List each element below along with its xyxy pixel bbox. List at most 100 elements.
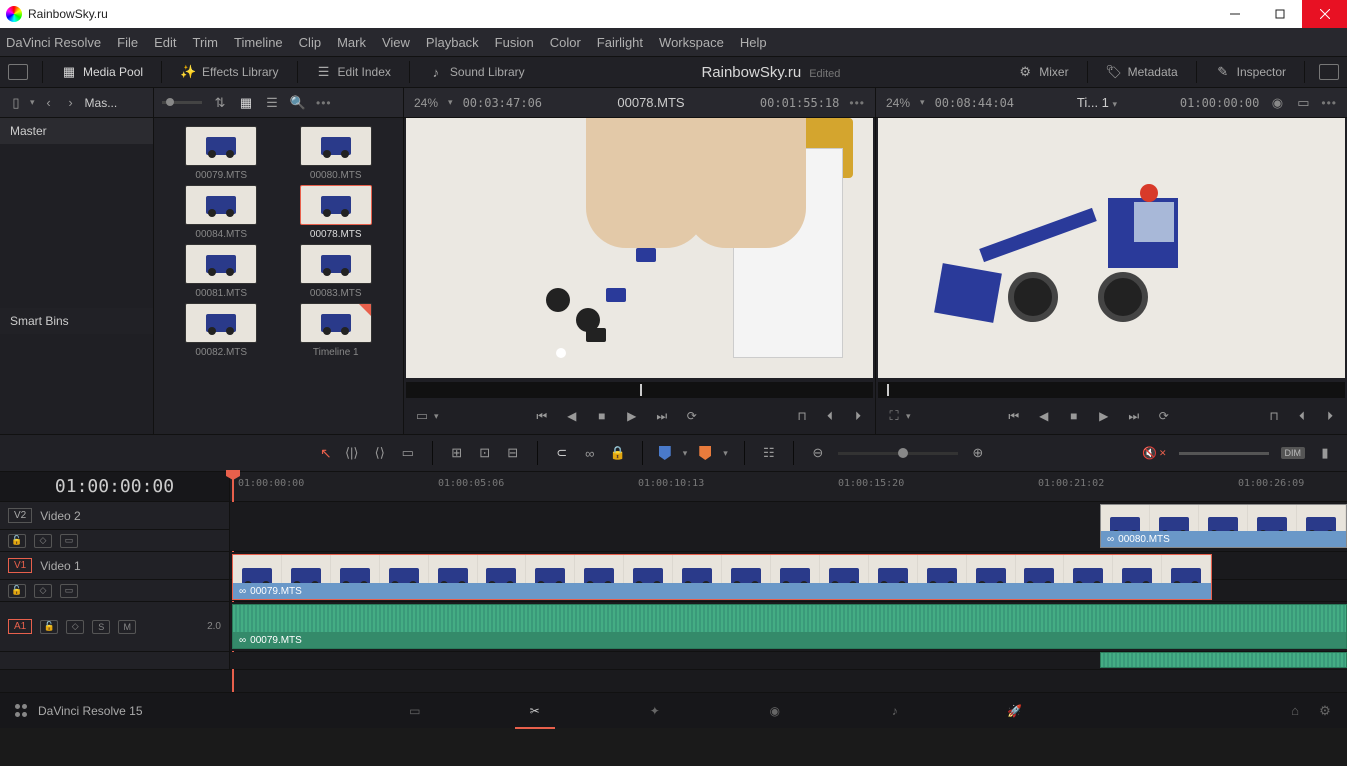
last-frame-button[interactable]: ⏭ xyxy=(655,409,669,423)
fusion-page-tab[interactable]: ✦ xyxy=(625,693,685,729)
maximize-button[interactable] xyxy=(1257,0,1302,28)
more-icon[interactable]: ••• xyxy=(316,96,332,110)
play-reverse-button[interactable]: ◀ xyxy=(565,409,579,423)
minimize-button[interactable] xyxy=(1212,0,1257,28)
source-zoom[interactable]: 24% xyxy=(414,96,438,110)
clip-a1[interactable]: ∞00079.MTS xyxy=(232,604,1347,649)
lock-icon[interactable]: 🔓 xyxy=(8,534,26,548)
solo-button[interactable]: S xyxy=(92,620,110,634)
menu-edit[interactable]: Edit xyxy=(154,35,176,50)
clip-thumbnail[interactable]: 00078.MTS xyxy=(279,185,394,240)
menu-mark[interactable]: Mark xyxy=(337,35,366,50)
rec-prev-edit-button[interactable]: ⏴ xyxy=(1295,409,1309,423)
record-more-icon[interactable]: ••• xyxy=(1321,96,1337,110)
home-icon[interactable]: ⌂ xyxy=(1287,703,1303,719)
crop-icon[interactable]: ⛶ xyxy=(886,408,902,424)
link-icon[interactable]: ∞ xyxy=(582,445,598,461)
clip-thumbnail[interactable]: Timeline 1 xyxy=(279,303,394,358)
record-image[interactable]: ▶| |◀ xyxy=(878,118,1345,378)
clip-thumbnail[interactable]: 00079.MTS xyxy=(164,126,279,181)
replace-clip-icon[interactable]: ⊟ xyxy=(505,445,521,461)
prev-edit-button[interactable]: ⏴ xyxy=(823,409,837,423)
timeline-name[interactable]: Ti... 1 ▾ xyxy=(1024,95,1170,110)
timeline-view-icon[interactable]: ☷ xyxy=(761,445,777,461)
blade-tool-icon[interactable]: ▭ xyxy=(400,445,416,461)
fairlight-page-tab[interactable]: ♪ xyxy=(865,693,925,729)
clip-thumbnail[interactable]: 00084.MTS xyxy=(164,185,279,240)
display-mode-icon[interactable]: ▭ xyxy=(414,408,430,424)
overwrite-clip-icon[interactable]: ⊡ xyxy=(477,445,493,461)
inspector-tab[interactable]: ✎Inspector xyxy=(1211,64,1290,80)
panel-toggle-right-icon[interactable] xyxy=(1319,64,1339,80)
clip-thumbnail[interactable]: 00082.MTS xyxy=(164,303,279,358)
zoom-in-icon[interactable]: ⊕ xyxy=(970,445,986,461)
sound-library-tab[interactable]: ♪Sound Library xyxy=(424,64,529,80)
color-page-tab[interactable]: ◉ xyxy=(745,693,805,729)
auto-select-icon[interactable]: ◇ xyxy=(66,620,84,634)
rec-next-edit-button[interactable]: ⏵ xyxy=(1323,409,1337,423)
flag-orange-icon[interactable] xyxy=(699,446,711,460)
lock-icon[interactable]: 🔓 xyxy=(40,620,58,634)
meter-icon[interactable]: ▮ xyxy=(1317,445,1333,461)
loop-button[interactable]: ⟳ xyxy=(685,409,699,423)
auto-select-icon[interactable]: ◇ xyxy=(34,534,52,548)
menu-clip[interactable]: Clip xyxy=(299,35,321,50)
play-button[interactable]: ▶ xyxy=(625,409,639,423)
menu-file[interactable]: File xyxy=(117,35,138,50)
zoom-slider[interactable] xyxy=(838,452,958,455)
source-clip-name[interactable]: 00078.MTS xyxy=(552,95,750,110)
app-brand[interactable]: DaVinci Resolve 15 xyxy=(0,703,157,719)
rec-loop-button[interactable]: ⟳ xyxy=(1157,409,1171,423)
mixer-tab[interactable]: ⚙Mixer xyxy=(1013,64,1072,80)
menu-help[interactable]: Help xyxy=(740,35,767,50)
edit-index-tab[interactable]: ☰Edit Index xyxy=(312,64,395,80)
volume-slider[interactable] xyxy=(1179,452,1269,455)
clip-v2[interactable]: ∞00080.MTS xyxy=(1100,504,1347,548)
edit-page-tab[interactable]: ✂ xyxy=(505,693,565,729)
menu-timeline[interactable]: Timeline xyxy=(234,35,283,50)
stop-button[interactable]: ■ xyxy=(595,409,609,423)
media-pool-tab[interactable]: ▦Media Pool xyxy=(57,64,147,80)
rec-play-button[interactable]: ▶ xyxy=(1097,409,1111,423)
menu-playback[interactable]: Playback xyxy=(426,35,479,50)
bypass-icon[interactable]: ◉ xyxy=(1269,95,1285,111)
menu-view[interactable]: View xyxy=(382,35,410,50)
effects-library-tab[interactable]: ✨Effects Library xyxy=(176,64,282,80)
media-page-tab[interactable]: ▭ xyxy=(385,693,445,729)
timeline-timecode[interactable]: 01:00:00:00 xyxy=(0,472,230,501)
menu-workspace[interactable]: Workspace xyxy=(659,35,724,50)
metadata-tab[interactable]: 🏷Metadata xyxy=(1102,64,1182,80)
dynamic-trim-icon[interactable]: ⟨⟩ xyxy=(372,445,388,461)
clip-v1[interactable]: ∞00079.MTS xyxy=(232,554,1212,600)
grid-view-icon[interactable]: ▦ xyxy=(238,95,254,111)
timeline-ruler[interactable]: 01:00:00:0001:00:05:0601:00:10:1301:00:1… xyxy=(230,472,1347,501)
record-zoom[interactable]: 24% xyxy=(886,96,910,110)
zoom-out-icon[interactable]: ⊖ xyxy=(810,445,826,461)
slider-icon[interactable] xyxy=(162,101,202,104)
display-icon[interactable]: ▭ xyxy=(1295,95,1311,111)
clip-a2[interactable] xyxy=(1100,652,1347,668)
rec-stop-button[interactable]: ■ xyxy=(1067,409,1081,423)
source-image[interactable] xyxy=(406,118,873,378)
smart-bins[interactable]: Smart Bins xyxy=(0,308,153,334)
clip-thumbnail[interactable]: 00083.MTS xyxy=(279,244,394,299)
rec-play-reverse-button[interactable]: ◀ xyxy=(1037,409,1051,423)
auto-select-icon[interactable]: ◇ xyxy=(34,584,52,598)
source-more-icon[interactable]: ••• xyxy=(849,96,865,110)
first-frame-button[interactable]: ⏮ xyxy=(535,409,549,423)
trim-tool-icon[interactable]: ⟨|⟩ xyxy=(344,445,360,461)
rec-match-frame-button[interactable]: ⊓ xyxy=(1267,409,1281,423)
mute-icon[interactable]: 🔇✕ xyxy=(1142,446,1167,460)
close-button[interactable] xyxy=(1302,0,1347,28)
record-scrubber[interactable] xyxy=(878,382,1345,398)
rec-first-frame-button[interactable]: ⏮ xyxy=(1007,409,1021,423)
display-icon[interactable]: ▭ xyxy=(60,534,78,548)
deliver-page-tab[interactable]: 🚀 xyxy=(985,693,1045,729)
next-edit-button[interactable]: ⏵ xyxy=(851,409,865,423)
match-frame-button[interactable]: ⊓ xyxy=(795,409,809,423)
lock-icon[interactable]: 🔓 xyxy=(8,584,26,598)
menu-davinci-resolve[interactable]: DaVinci Resolve xyxy=(6,35,101,50)
menu-fusion[interactable]: Fusion xyxy=(495,35,534,50)
display-icon[interactable]: ▭ xyxy=(60,584,78,598)
settings-icon[interactable]: ⚙ xyxy=(1317,703,1333,719)
